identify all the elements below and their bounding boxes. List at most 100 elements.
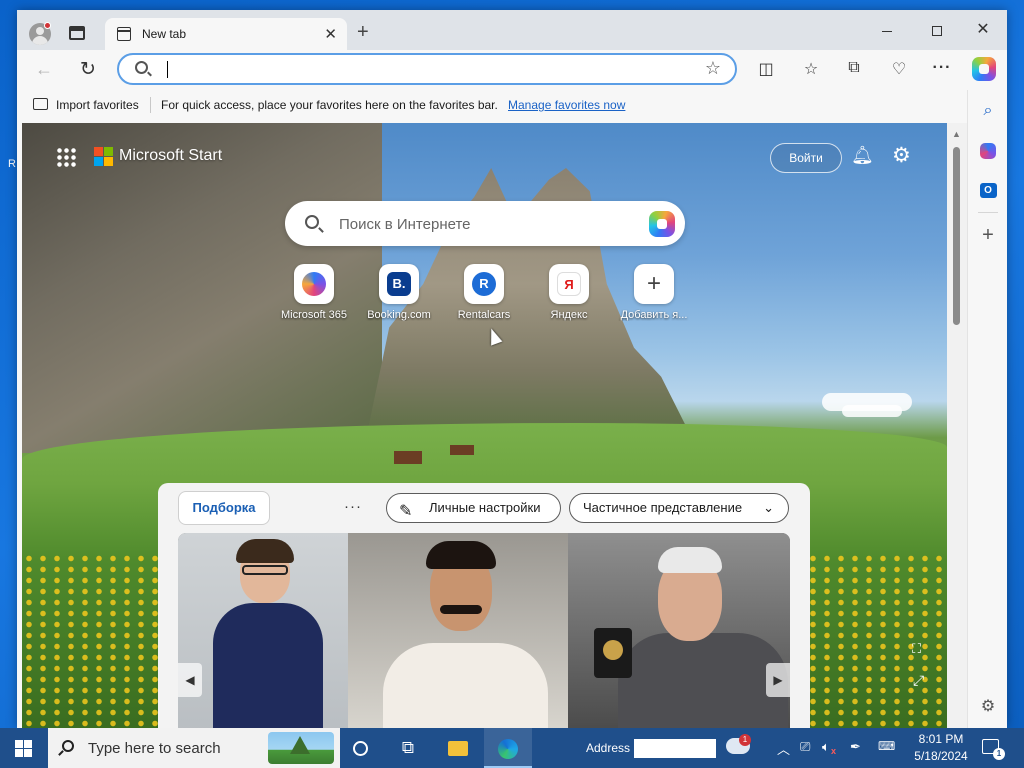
expand-background-icon[interactable]: ⤢ — [913, 672, 924, 689]
tab-new-tab[interactable]: New tab ✕ — [105, 18, 347, 50]
figure-moustache — [440, 605, 482, 614]
pen-workspace-icon[interactable]: ✒ — [850, 739, 861, 755]
notifications-bell-icon[interactable]: 🔔︎ — [851, 145, 874, 166]
start-button[interactable] — [15, 740, 32, 757]
edge-sidebar: ⌕ O + ⚙ — [967, 90, 1007, 728]
tab-close-icon[interactable]: ✕ — [324, 25, 337, 43]
task-view-button[interactable]: ⧉ — [384, 728, 432, 768]
back-button[interactable]: ← — [35, 59, 53, 80]
copilot-button[interactable] — [972, 57, 996, 81]
figure-hair — [426, 541, 496, 569]
background-info-icon[interactable]: ⛶ — [912, 641, 921, 657]
brand-title[interactable]: Microsoft Start — [119, 147, 222, 165]
settings-and-more-button[interactable]: ··· — [930, 59, 954, 77]
volume-muted-x-icon: x — [831, 746, 837, 756]
cortana-circle-icon — [352, 741, 368, 757]
close-window-button[interactable]: ✕ — [963, 16, 1003, 44]
copilot-search-icon[interactable] — [649, 211, 675, 237]
search-icon — [62, 740, 74, 752]
personalize-button[interactable]: ✎ Личные настройки — [386, 493, 561, 523]
web-search-box[interactable] — [285, 201, 685, 246]
network-icon[interactable]: ⎚ — [800, 739, 810, 755]
folder-icon — [448, 741, 468, 757]
notification-count-badge: 1 — [993, 748, 1005, 760]
quick-link-rentalcars[interactable]: R Rentalcars — [442, 264, 526, 321]
file-explorer-button[interactable] — [434, 728, 482, 768]
show-hidden-icons-chevron-icon[interactable]: ︿ — [777, 739, 790, 758]
reload-button[interactable]: ↻ — [80, 58, 96, 81]
new-tab-button[interactable]: + — [357, 22, 369, 42]
favorites-button[interactable]: ☆ — [799, 59, 823, 79]
feed-hero-image[interactable]: ◀ ▶ — [178, 533, 790, 728]
figure-body — [383, 643, 548, 728]
quick-link-add-site[interactable]: + Добавить я... — [612, 264, 696, 321]
minimize-icon — [882, 30, 892, 32]
taskbar-search-input[interactable] — [88, 738, 268, 758]
scrollbar-thumb[interactable] — [953, 147, 960, 325]
sidebar-add-button[interactable]: + — [977, 224, 999, 246]
quick-link-label: Microsoft 365 — [280, 309, 348, 321]
browser-essentials-button[interactable]: ♡ — [887, 59, 911, 79]
sidebar-settings-icon[interactable]: ⚙ — [977, 696, 999, 718]
sign-in-button[interactable]: Войти — [770, 143, 842, 173]
new-tab-page: Microsoft Start Войти 🔔︎ ⚙ Microsoft 365… — [22, 123, 947, 728]
feed-view-dropdown[interactable]: Частичное представление ⌄ — [569, 493, 789, 523]
manage-favorites-link[interactable]: Manage favorites now — [508, 98, 625, 112]
carousel-prev-button[interactable]: ◀ — [178, 663, 202, 697]
title-bar: New tab ✕ + ✕ — [17, 10, 1007, 50]
page-settings-gear-icon[interactable]: ⚙ — [892, 143, 911, 168]
address-toolbar-input[interactable] — [634, 739, 716, 758]
maximize-button[interactable] — [917, 16, 957, 44]
tab-title: New tab — [142, 27, 187, 41]
quick-link-microsoft-365[interactable]: Microsoft 365 — [272, 264, 356, 321]
favorites-divider — [150, 97, 151, 113]
search-icon — [305, 215, 319, 229]
favorites-bar: Import favorites For quick access, place… — [17, 90, 967, 120]
edge-taskbar-button[interactable] — [484, 728, 532, 768]
background-hut — [450, 445, 474, 455]
chevron-down-icon: ⌄ — [763, 500, 774, 515]
sidebar-outlook-button[interactable]: O — [977, 180, 999, 202]
feed-tab-picks[interactable]: Подборка — [178, 491, 270, 525]
volume-icon[interactable]: 🔈︎ — [822, 739, 830, 755]
clock-date[interactable]: 5/18/2024 — [910, 749, 972, 763]
desktop-edge-glyph: R — [8, 158, 16, 170]
collections-button[interactable]: ⧉ — [842, 59, 866, 77]
quick-link-tile: R — [464, 264, 504, 304]
address-input[interactable] — [165, 59, 685, 81]
quick-link-tile: + — [634, 264, 674, 304]
quick-link-yandex[interactable]: Я Яндекс — [527, 264, 611, 321]
figure-glasses — [242, 565, 288, 575]
quick-link-booking[interactable]: B. Booking.com — [357, 264, 441, 321]
page-scrollbar[interactable]: ▲ — [947, 123, 967, 728]
address-toolbar-label: Address — [586, 741, 631, 755]
cortana-button[interactable] — [336, 728, 384, 768]
quick-link-label: Добавить я... — [620, 309, 688, 321]
sidebar-copilot-button[interactable] — [977, 140, 999, 162]
quick-link-tile: Я — [549, 264, 589, 304]
taskbar-search-box[interactable] — [48, 728, 340, 768]
search-highlight-image — [268, 732, 334, 764]
address-bar[interactable]: ☆ — [117, 53, 737, 85]
sidebar-divider — [978, 212, 998, 213]
rentalcars-icon: R — [472, 272, 496, 296]
sidebar-search-icon[interactable]: ⌕ — [977, 100, 999, 122]
tab-actions-icon[interactable] — [69, 26, 85, 40]
quick-link-label: Rentalcars — [457, 309, 511, 321]
carousel-next-button[interactable]: ▶ — [766, 663, 790, 697]
feed-more-button[interactable]: ··· — [344, 498, 362, 515]
import-favorites-button[interactable]: Import favorites — [56, 98, 139, 112]
personalize-pencil-icon: ✎ — [399, 503, 413, 520]
web-search-input[interactable] — [339, 213, 629, 235]
minimize-button[interactable] — [867, 16, 907, 44]
browser-window: New tab ✕ + ✕ ← ↻ ☆ ◫ ☆ ⧉ ♡ ··· Import f… — [17, 10, 1007, 728]
edge-icon — [498, 738, 518, 759]
scroll-up-icon[interactable]: ▲ — [952, 129, 961, 139]
favorite-star-icon[interactable]: ☆ — [705, 58, 721, 79]
microsoft-logo-icon — [94, 147, 114, 167]
microsoft-365-icon — [302, 272, 326, 296]
apps-launcher-icon[interactable] — [56, 147, 76, 167]
clock-time[interactable]: 8:01 PM — [910, 732, 972, 746]
split-screen-button[interactable]: ◫ — [754, 59, 778, 79]
touch-keyboard-icon[interactable]: ⌨ — [878, 739, 895, 753]
